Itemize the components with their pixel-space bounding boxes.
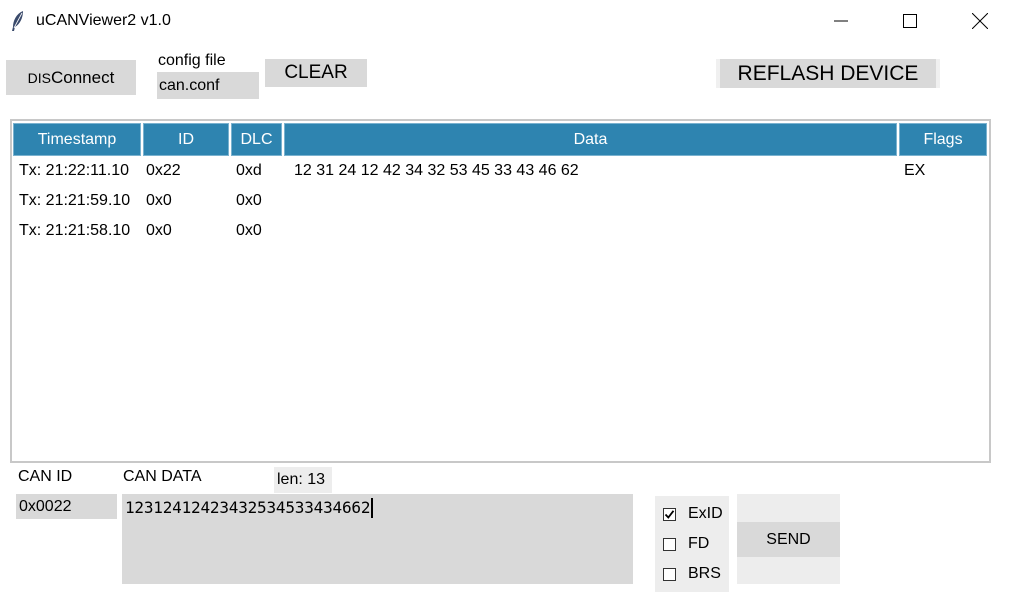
cell-dlc: 0x0: [236, 222, 262, 239]
text-caret: [371, 498, 374, 518]
cell-timestamp: Tx: 21:21:58.10: [19, 222, 131, 239]
fd-checkbox[interactable]: FD: [663, 531, 709, 557]
minimize-icon: [834, 20, 848, 22]
column-header-flags[interactable]: Flags: [899, 123, 987, 156]
checkmark-icon: [664, 509, 675, 519]
can-id-label: CAN ID: [18, 468, 73, 485]
exid-checkbox[interactable]: ExID: [663, 501, 723, 527]
maximize-icon: [903, 14, 917, 28]
brs-label: BRS: [688, 565, 721, 582]
send-button[interactable]: SEND: [737, 522, 840, 557]
close-icon: [972, 13, 988, 29]
maximize-button[interactable]: [887, 0, 933, 42]
table-row[interactable]: Tx: 21:21:59.10 0x0 0x0: [14, 190, 988, 220]
column-header-dlc[interactable]: DLC: [231, 123, 282, 156]
cell-id: 0x0: [146, 192, 172, 209]
cell-timestamp: Tx: 21:22:11.10: [19, 162, 129, 179]
window-title: uCANViewer2 v1.0: [36, 12, 171, 29]
can-data-text: 12312412423432534533434662: [125, 498, 371, 517]
reflash-device-button[interactable]: REFLASH DEVICE: [716, 59, 940, 88]
column-header-data[interactable]: Data: [284, 123, 897, 156]
column-header-timestamp[interactable]: Timestamp: [13, 123, 141, 156]
cell-timestamp: Tx: 21:21:59.10: [19, 192, 131, 209]
brs-checkbox[interactable]: BRS: [663, 561, 721, 587]
disconnect-button[interactable]: DIS Connect: [6, 60, 136, 95]
brs-checkbox-box[interactable]: [663, 567, 676, 581]
data-length-label: len: 13: [274, 467, 332, 493]
clear-button[interactable]: CLEAR: [265, 59, 367, 87]
exid-label: ExID: [688, 505, 723, 522]
cell-data: 12 31 24 12 42 34 32 53 45 33 43 46 62: [294, 162, 579, 179]
disconnect-label: Connect: [51, 67, 115, 87]
minimize-button[interactable]: [818, 0, 864, 42]
feather-icon: [10, 10, 26, 32]
column-header-id[interactable]: ID: [143, 123, 229, 156]
disconnect-prefix: DIS: [27, 69, 51, 86]
table-row[interactable]: Tx: 21:21:58.10 0x0 0x0: [14, 220, 988, 250]
config-file-input[interactable]: can.conf: [157, 72, 259, 99]
cell-flags: EX: [904, 162, 926, 179]
cell-id: 0x22: [146, 162, 181, 179]
can-data-input[interactable]: 12312412423432534533434662: [122, 494, 633, 584]
fd-checkbox-box[interactable]: [663, 537, 676, 551]
fd-label: FD: [688, 535, 710, 552]
exid-checkbox-box[interactable]: [663, 507, 676, 521]
config-file-label: config file: [158, 52, 226, 69]
can-data-label: CAN DATA: [123, 468, 202, 485]
table-row[interactable]: Tx: 21:22:11.10 0x22 0xd 12 31 24 12 42 …: [14, 160, 988, 190]
cell-dlc: 0xd: [236, 162, 262, 179]
cell-dlc: 0x0: [236, 192, 262, 209]
cell-id: 0x0: [146, 222, 172, 239]
title-bar: uCANViewer2 v1.0: [0, 0, 1013, 44]
can-id-input[interactable]: 0x0022: [16, 494, 117, 519]
close-button[interactable]: [957, 0, 1003, 42]
